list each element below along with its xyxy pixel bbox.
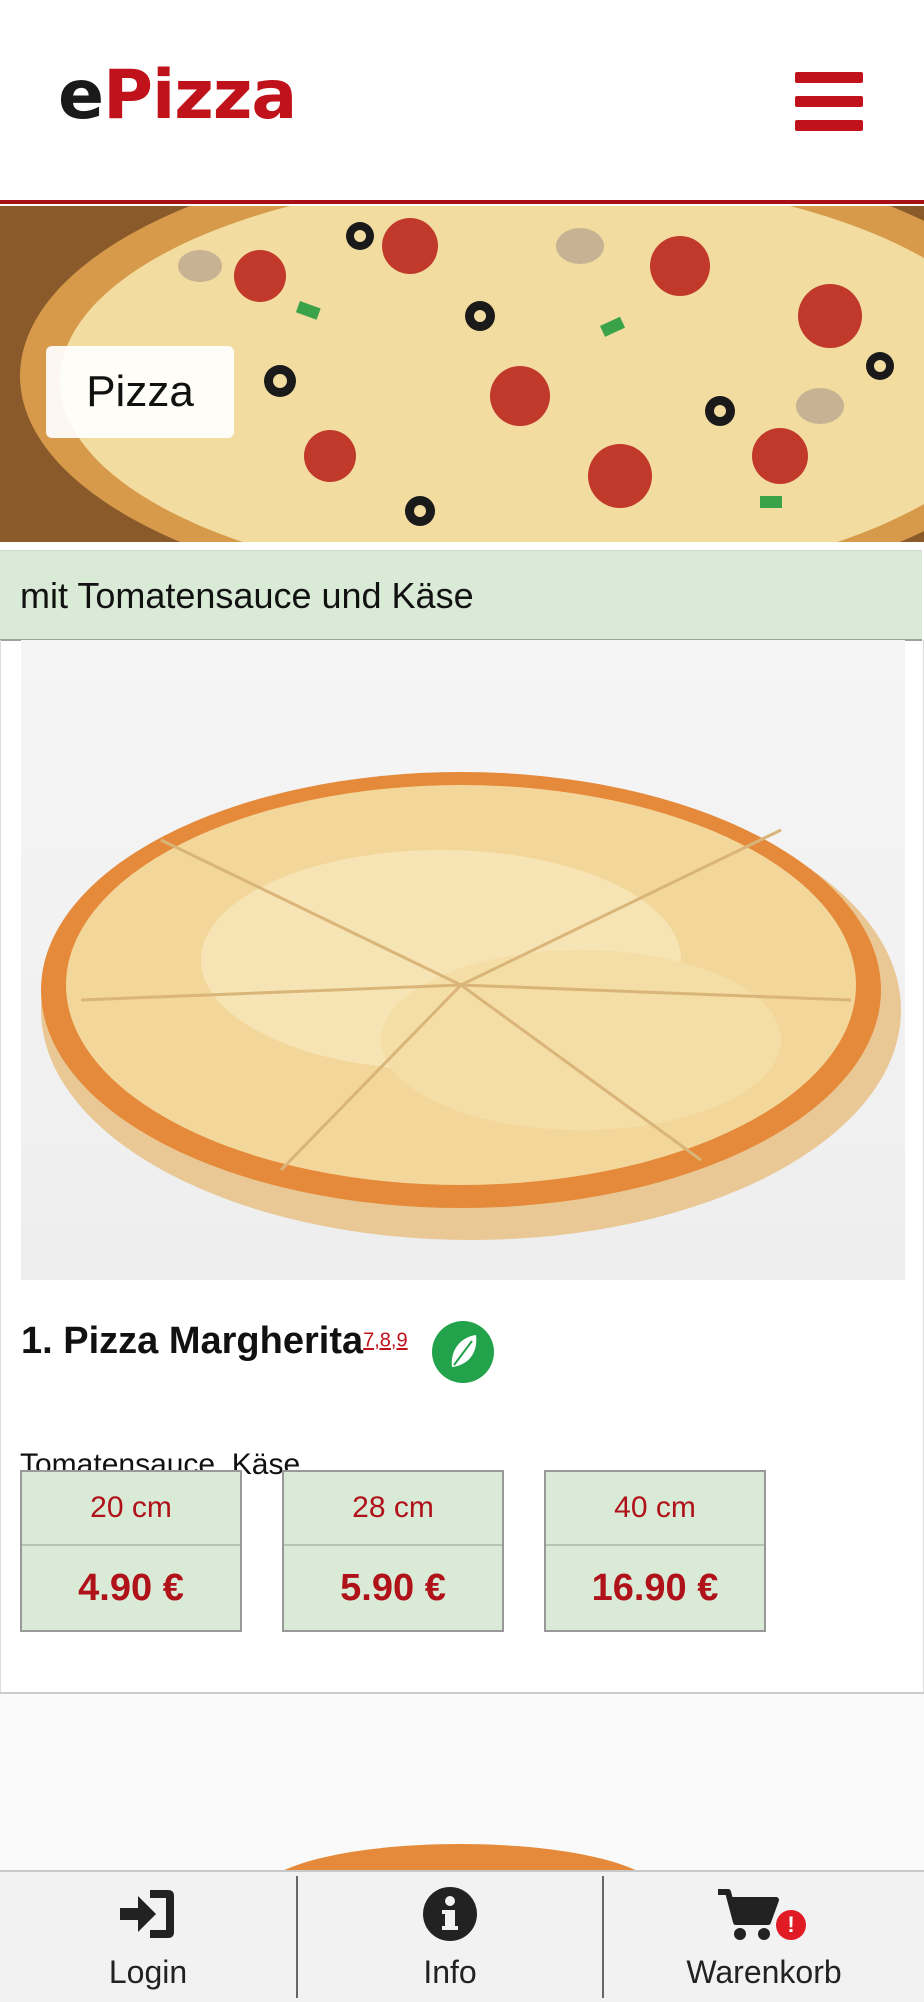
cart-icon <box>718 1889 779 1940</box>
info-icon <box>423 1887 477 1941</box>
nav-label: Login <box>108 1954 188 1990</box>
price-value: 4.90 € <box>78 1566 184 1609</box>
price-value: 16.90 € <box>591 1566 719 1609</box>
product-title-row: 1. Pizza Margherita7,8,9 <box>21 1320 408 1380</box>
price-value: 5.90 € <box>340 1566 446 1609</box>
next-product-card[interactable] <box>0 1694 924 1874</box>
price-option-40cm[interactable]: 40 cm 16.90 € <box>544 1470 766 1632</box>
nav-label: Info <box>423 1954 477 1990</box>
header-divider <box>0 200 924 204</box>
price-size: 40 cm <box>546 1472 764 1546</box>
nav-login[interactable]: Login <box>0 1872 296 2002</box>
category-hero-image: Pizza <box>0 206 924 542</box>
nav-info[interactable]: Info <box>298 1872 602 2002</box>
login-icon <box>120 1890 174 1938</box>
brand-logo[interactable]: ePizza <box>58 62 297 130</box>
price-option-28cm[interactable]: 28 cm 5.90 € <box>282 1470 504 1632</box>
allergen-link[interactable]: 7,8,9 <box>363 1330 407 1352</box>
logo-main: Pizza <box>103 56 297 135</box>
category-description-bar: mit Tomatensauce und Käse <box>0 550 922 641</box>
category-label: Pizza <box>46 346 234 438</box>
vegetarian-leaf-icon <box>432 1321 494 1383</box>
product-image[interactable] <box>21 640 905 1280</box>
margherita-pizza-illustration <box>41 772 901 1240</box>
next-product-image <box>276 1844 644 1874</box>
nav-cart[interactable]: ! Warenkorb <box>604 1872 924 2002</box>
logo-prefix: e <box>58 56 104 135</box>
category-description: mit Tomatensauce und Käse <box>20 575 474 616</box>
cart-alert-badge: ! <box>776 1910 806 1940</box>
app-header: ePizza <box>0 0 924 200</box>
hamburger-menu-icon[interactable] <box>795 72 863 132</box>
price-size: 28 cm <box>284 1472 502 1546</box>
product-name: 1. Pizza Margherita <box>21 1320 364 1362</box>
bottom-navigation: Login Info ! Warenkorb <box>0 1870 924 2002</box>
price-option-20cm[interactable]: 20 cm 4.90 € <box>20 1470 242 1632</box>
nav-label: Warenkorb <box>686 1954 842 1990</box>
price-size: 20 cm <box>22 1472 240 1546</box>
